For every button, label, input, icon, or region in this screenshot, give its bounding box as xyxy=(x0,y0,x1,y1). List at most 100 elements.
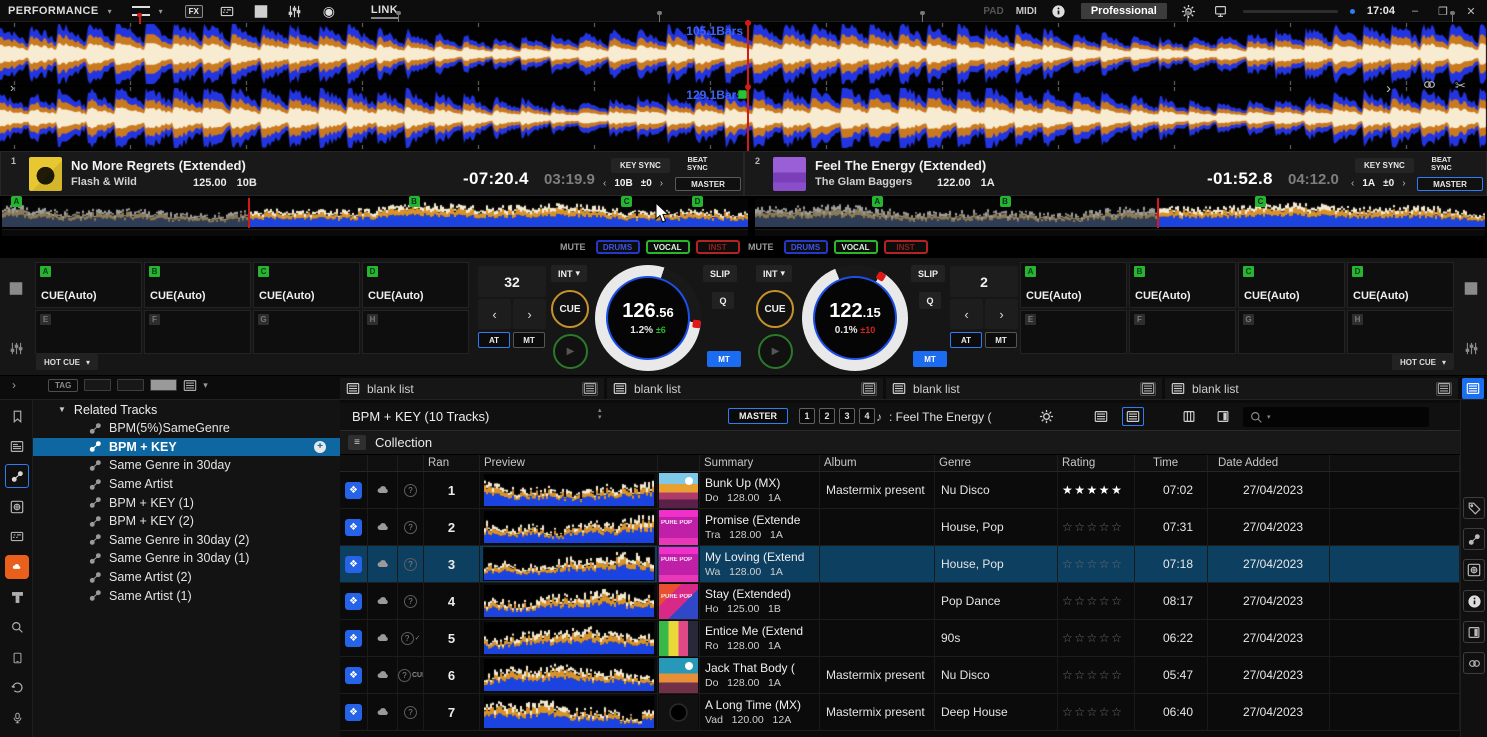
histories-icon[interactable] xyxy=(5,676,29,700)
deck2-vocal-stem-button[interactable]: VOCAL xyxy=(834,240,878,254)
deck1-waveform[interactable] xyxy=(0,23,1487,85)
pad-mode-label[interactable]: PAD xyxy=(983,6,1003,17)
two-column-view-icon[interactable] xyxy=(1178,407,1200,426)
deck2-at-button[interactable]: AT xyxy=(950,332,982,348)
cloud-icon[interactable] xyxy=(375,558,391,570)
detail-list-view-icon[interactable] xyxy=(1122,407,1144,426)
sort-icon[interactable]: ▴▾ xyxy=(598,407,602,421)
table-header[interactable]: Ran Preview Summary Album Genre Rating T… xyxy=(340,455,1460,472)
search-input[interactable]: ▾ xyxy=(1243,407,1429,427)
soundcloud-icon[interactable] xyxy=(5,555,29,579)
rating-cell[interactable]: ☆☆☆☆☆ xyxy=(1058,546,1135,582)
blank-list-panel[interactable]: blank list xyxy=(607,378,883,399)
dropbox-icon[interactable]: ❖ xyxy=(345,482,362,499)
tidal-icon[interactable] xyxy=(5,585,29,609)
preview-waveform[interactable] xyxy=(484,511,654,543)
deck1-int-mode-selector[interactable]: INT▾ xyxy=(551,265,587,282)
chain-icon[interactable] xyxy=(1463,652,1485,674)
bookmark-icon[interactable] xyxy=(5,404,29,428)
deck1-mt-button[interactable]: MT xyxy=(513,332,545,348)
overview-cue-B[interactable]: B xyxy=(409,196,420,207)
deck2-slip-button[interactable]: SLIP xyxy=(911,265,945,282)
analysis-status-icon[interactable]: ? xyxy=(404,595,417,608)
tree-item-same-genre-in-30day[interactable]: Same Genre in 30day xyxy=(33,456,340,475)
color-filter-swatch[interactable] xyxy=(84,379,111,391)
deck2-mt-blue-button[interactable]: MT xyxy=(913,351,947,367)
deck1-master-button[interactable]: MASTER xyxy=(675,177,741,191)
breadcrumb[interactable]: ≡ Collection xyxy=(340,431,1460,455)
table-row[interactable]: ❖?✓5Entice Me (ExtendRo 128.00 1A90s☆☆☆☆… xyxy=(340,620,1460,657)
analysis-status-icon[interactable]: ? xyxy=(404,706,417,719)
deck1-pad-G[interactable]: G xyxy=(253,310,360,354)
preview-waveform[interactable] xyxy=(484,659,654,691)
deck2-beat-sync-button[interactable]: BEATSYNC xyxy=(1431,156,1452,172)
dropbox-icon[interactable]: ❖ xyxy=(345,556,362,573)
deck2-cue-button[interactable]: CUE xyxy=(756,290,794,328)
dropbox-icon[interactable]: ❖ xyxy=(345,630,362,647)
cloud-icon[interactable] xyxy=(375,521,391,533)
key-up-icon[interactable]: › xyxy=(1402,178,1405,189)
tree-item-same-genre-in-30day-2-[interactable]: Same Genre in 30day (2) xyxy=(33,531,340,550)
maximize-button[interactable]: ❐ xyxy=(1435,5,1451,18)
deck2-quantize-button[interactable]: Q xyxy=(919,292,941,309)
cloud-icon[interactable] xyxy=(375,669,391,681)
plan-badge[interactable]: Professional xyxy=(1081,3,1167,19)
overview-cue-C[interactable]: C xyxy=(1255,196,1266,207)
deck2-drums-stem-button[interactable]: DRUMS xyxy=(784,240,828,254)
deck1-cue-button[interactable]: CUE xyxy=(551,290,589,328)
deck2-inst-stem-button[interactable]: INST xyxy=(884,240,928,254)
deck2-pad-H[interactable]: H xyxy=(1347,310,1454,354)
deck2-int-mode-selector[interactable]: INT▾ xyxy=(756,265,792,282)
chevron-down-icon[interactable]: ▾ xyxy=(203,380,208,391)
deck1-mt-blue-button[interactable]: MT xyxy=(707,351,741,367)
deck1-key-sync-button[interactable]: KEY SYNC xyxy=(611,158,670,173)
deck1-vocal-stem-button[interactable]: VOCAL xyxy=(646,240,690,254)
split-view-icon[interactable] xyxy=(1212,407,1234,426)
track-settings-gear-icon[interactable] xyxy=(1035,407,1057,426)
bridge-icon[interactable] xyxy=(1463,559,1485,581)
related-tracks-icon[interactable] xyxy=(5,464,29,488)
overview-cue-B[interactable]: B xyxy=(1000,196,1011,207)
panel-menu-icon[interactable] xyxy=(861,382,877,396)
tag-filter-button[interactable]: TAG xyxy=(48,379,78,392)
deck1-quantize-button[interactable]: Q xyxy=(712,292,734,309)
split-view-icon[interactable] xyxy=(1463,621,1485,643)
tree-item-bpm-key-2-[interactable]: BPM + KEY (2) xyxy=(33,512,340,531)
table-row[interactable]: ❖?2PURE POPPromise (ExtendeTra 128.00 1A… xyxy=(340,509,1460,546)
rating-cell[interactable]: ☆☆☆☆☆ xyxy=(1058,620,1135,656)
deck2-pad-G[interactable]: G xyxy=(1238,310,1345,354)
panel-menu-icon[interactable] xyxy=(582,382,598,396)
color-filter-swatch[interactable] xyxy=(150,379,177,391)
blank-list-panel[interactable]: blank list xyxy=(886,378,1162,399)
tree-item-same-artist-2-[interactable]: Same Artist (2) xyxy=(33,568,340,587)
info-icon[interactable] xyxy=(1049,3,1069,19)
deck1-inst-stem-button[interactable]: INST xyxy=(696,240,740,254)
deck1-at-button[interactable]: AT xyxy=(478,332,510,348)
panel-menu-icon[interactable] xyxy=(1436,382,1452,396)
key-down-icon[interactable]: ‹ xyxy=(603,178,606,189)
deck2-pad-C[interactable]: CCUE(Auto) xyxy=(1238,262,1345,308)
deck2-play-button[interactable]: ▶ xyxy=(758,334,793,369)
color-filter-swatch[interactable] xyxy=(117,379,144,391)
analysis-status-icon[interactable]: ?✓ xyxy=(401,632,421,645)
mode-selector[interactable]: PERFORMANCE xyxy=(8,5,99,17)
rating-cell[interactable]: ☆☆☆☆☆ xyxy=(1058,657,1135,693)
overview-cue-D[interactable]: D xyxy=(692,196,703,207)
browser-panel-toggle[interactable] xyxy=(1462,378,1484,399)
load-deck-2-button[interactable]: 2 xyxy=(819,408,835,424)
tree-item-bpm-5-samegenre[interactable]: BPM(5%)SameGenre xyxy=(33,419,340,438)
deck2-master-button[interactable]: MASTER xyxy=(1417,177,1483,191)
deck1-play-button[interactable]: ▶ xyxy=(553,334,588,369)
rating-cell[interactable]: ☆☆☆☆☆ xyxy=(1058,694,1135,730)
mixer-rail-icon[interactable] xyxy=(6,338,26,358)
preview-waveform[interactable] xyxy=(484,622,654,654)
analysis-status-icon[interactable]: ? xyxy=(404,484,417,497)
cloud-icon[interactable] xyxy=(375,484,391,496)
dropbox-icon[interactable]: ❖ xyxy=(345,593,362,610)
info-icon[interactable] xyxy=(1463,590,1485,612)
master-deck-button[interactable]: MASTER xyxy=(728,408,788,424)
tree-item-same-artist[interactable]: Same Artist xyxy=(33,475,340,494)
analysis-status-icon[interactable]: ? xyxy=(404,521,417,534)
sampler-icon[interactable] xyxy=(5,525,29,549)
deck1-beat-jump-forward[interactable]: › xyxy=(513,299,546,329)
